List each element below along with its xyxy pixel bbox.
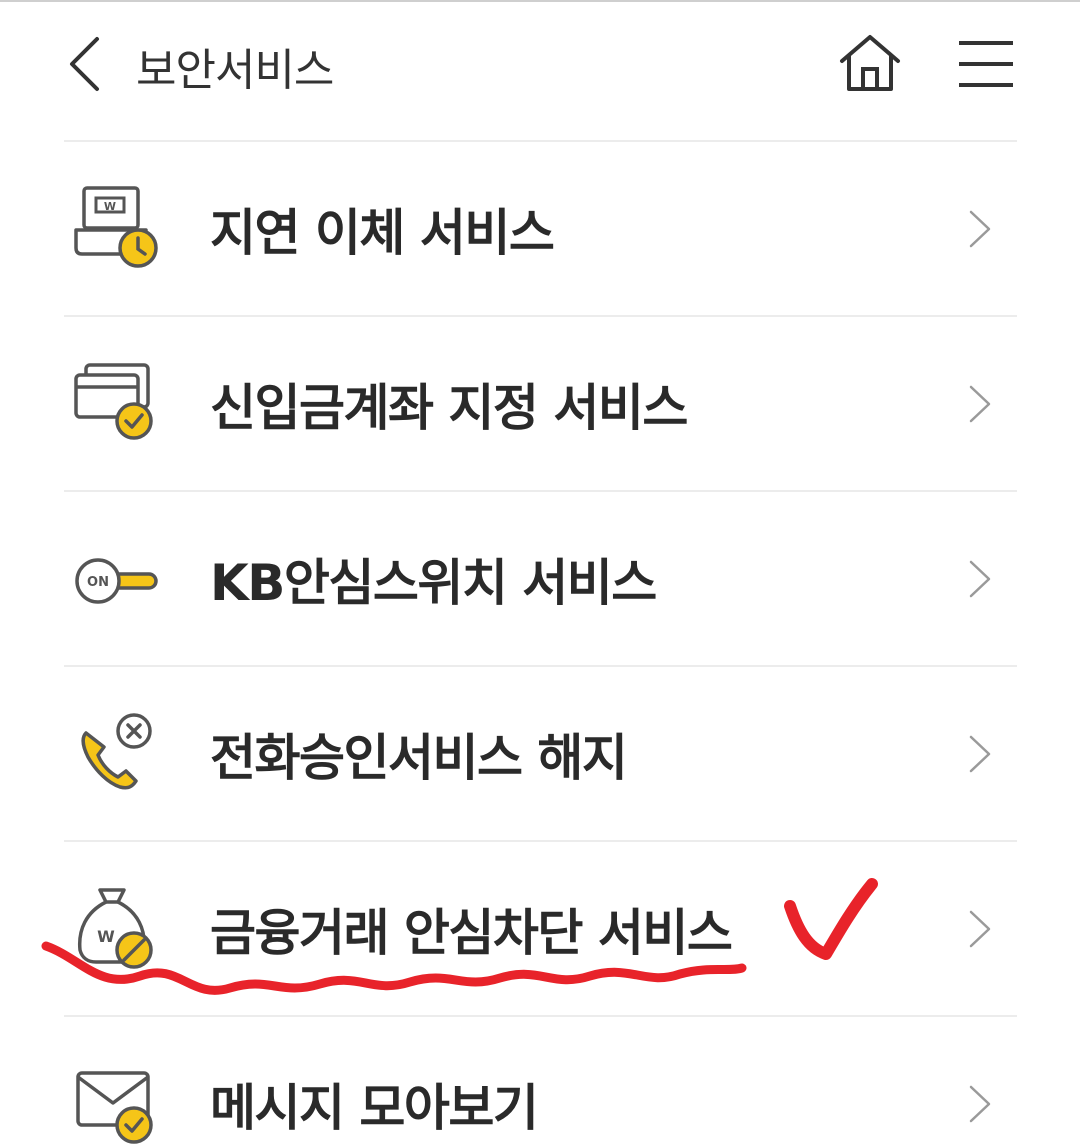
list-item-label: 메시지 모아보기 [210, 1078, 539, 1137]
list-item-label: 지연 이체 서비스 [210, 203, 555, 262]
list-item-phone-approval-cancel[interactable]: 전화승인서비스 해지 [64, 665, 1017, 840]
list-item-label: 신입금계좌 지정 서비스 [210, 378, 688, 437]
on-switch-key-icon: ON [72, 534, 164, 626]
hamburger-menu-icon [959, 41, 1013, 87]
money-bag-block-icon: W [72, 884, 164, 976]
list-item-delayed-transfer[interactable]: W 지연 이체 서비스 [64, 140, 1017, 315]
chevron-right-icon [969, 1085, 991, 1122]
svg-text:ON: ON [87, 575, 109, 590]
security-services-screen: 보안서비스 W 지연 이체 서비스 신입금계좌 지정 서비스 ON KB안심스위… [0, 0, 1080, 1148]
chevron-right-icon [969, 385, 991, 422]
list-item-label: 금융거래 안심차단 서비스 [210, 903, 733, 962]
list-item-message-collection[interactable]: 메시지 모아보기 [64, 1015, 1017, 1148]
phone-cancel-icon [72, 709, 164, 801]
list-item-kb-safe-switch[interactable]: ON KB안심스위치 서비스 [64, 490, 1017, 665]
card-check-icon [72, 359, 164, 451]
menu-button[interactable] [952, 34, 1020, 94]
service-list: W 지연 이체 서비스 신입금계좌 지정 서비스 ON KB안심스위치 서비스 … [64, 140, 1017, 1148]
list-item-new-deposit-account[interactable]: 신입금계좌 지정 서비스 [64, 315, 1017, 490]
svg-text:W: W [104, 200, 116, 213]
list-item-label: KB안심스위치 서비스 [210, 553, 657, 612]
svg-text:W: W [97, 927, 115, 946]
page-title: 보안서비스 [136, 45, 334, 96]
chevron-right-icon [969, 735, 991, 772]
delayed-transfer-clock-icon: W [72, 184, 164, 276]
home-icon [840, 35, 900, 91]
chevron-right-icon [969, 910, 991, 947]
back-button[interactable] [56, 30, 112, 98]
chevron-left-icon [70, 37, 99, 91]
app-header: 보안서비스 [0, 0, 1080, 140]
list-item-financial-safe-block[interactable]: W 금융거래 안심차단 서비스 [64, 840, 1017, 1015]
chevron-right-icon [969, 210, 991, 247]
envelope-check-icon [72, 1059, 164, 1148]
list-item-label: 전화승인서비스 해지 [210, 728, 628, 787]
home-button[interactable] [834, 28, 906, 98]
chevron-right-icon [969, 560, 991, 597]
